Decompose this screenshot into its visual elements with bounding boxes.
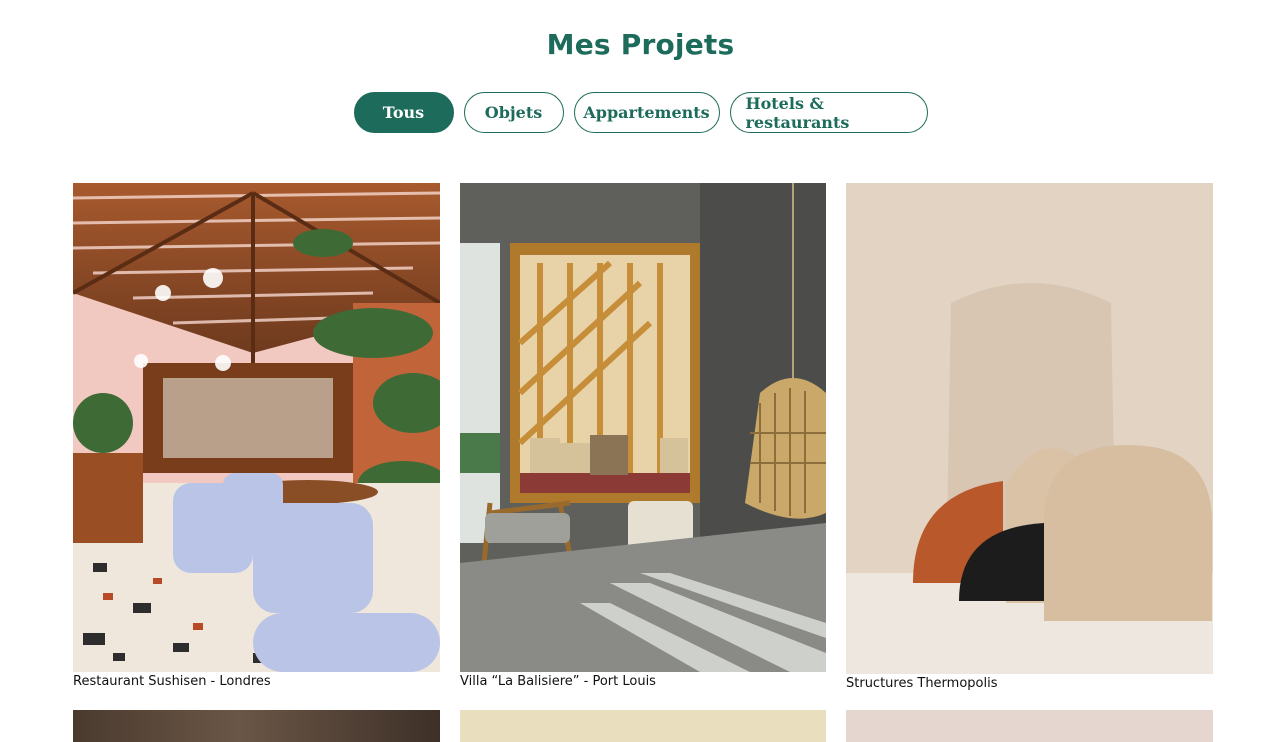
villa-interior-image xyxy=(460,183,826,672)
filter-objets-button[interactable]: Objets xyxy=(463,92,564,133)
filter-tous-button[interactable]: Tous xyxy=(353,92,454,133)
project-card-row2-3[interactable] xyxy=(846,710,1213,742)
project-card-structures-thermopolis[interactable]: Structures Thermopolis xyxy=(846,183,1213,691)
project-card-row2-2[interactable] xyxy=(460,710,826,742)
project-caption: Villa “La Balisiere” - Port Louis xyxy=(460,674,656,689)
structures-image xyxy=(846,183,1213,674)
restaurant-interior-image xyxy=(73,183,440,672)
project-card-row2-1[interactable] xyxy=(73,710,440,742)
page-title: Mes Projets xyxy=(546,28,735,61)
project-card-restaurant-sushisen[interactable]: Restaurant Sushisen - Londres xyxy=(73,183,440,689)
project-caption: Structures Thermopolis xyxy=(846,676,998,691)
filter-hotels-restaurants-button[interactable]: Hotels & restaurants xyxy=(729,92,928,133)
project-caption: Restaurant Sushisen - Londres xyxy=(73,674,271,689)
filter-bar: Tous Objets Appartements Hotels & restau… xyxy=(0,92,1281,133)
project-card-villa-la-balisiere[interactable]: Villa “La Balisiere” - Port Louis xyxy=(460,183,826,689)
filter-appartements-button[interactable]: Appartements xyxy=(573,92,720,133)
